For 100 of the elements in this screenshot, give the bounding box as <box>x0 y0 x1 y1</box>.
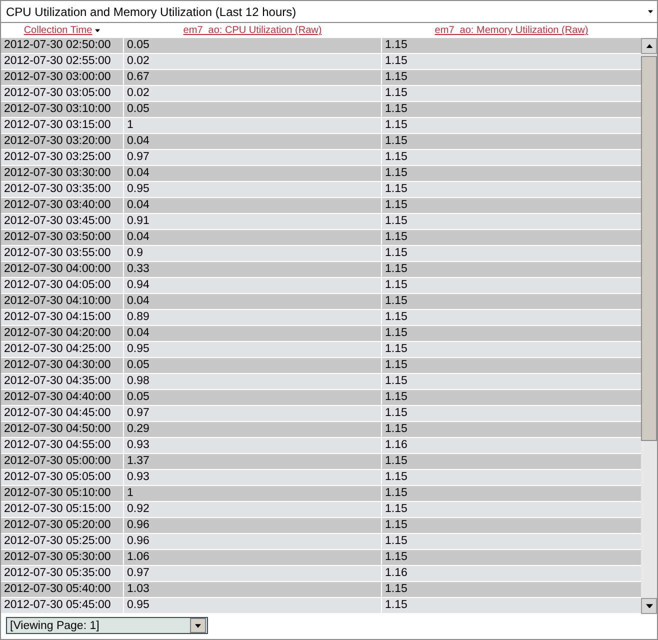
scroll-up-button[interactable] <box>641 38 657 54</box>
table-cell: 2012-07-30 03:15:00 <box>1 118 123 133</box>
table-cell: 2012-07-30 03:35:00 <box>1 182 123 197</box>
table-cell: 1.15 <box>382 454 641 469</box>
table-cell: 2012-07-30 03:45:00 <box>1 214 123 229</box>
table-cell: 2012-07-30 02:50:00 <box>1 38 123 53</box>
table-cell: 1.15 <box>382 198 641 213</box>
table-cell: 1.15 <box>382 390 641 405</box>
table-cell: 2012-07-30 04:15:00 <box>1 310 123 325</box>
column-header-link[interactable]: Collection Time <box>24 25 92 36</box>
table-cell: 1 <box>124 118 381 133</box>
table-cell: 1.15 <box>382 150 641 165</box>
table-cell: 1.15 <box>382 54 641 69</box>
table-cell: 1.15 <box>382 598 641 613</box>
table-cell: 1.15 <box>382 118 641 133</box>
table-cell: 0.95 <box>124 182 381 197</box>
table-cell: 1.15 <box>382 406 641 421</box>
table-cell: 0.04 <box>124 294 381 309</box>
table-cell: 0.05 <box>124 358 381 373</box>
caret-icon <box>648 10 653 14</box>
table-cell: 2012-07-30 05:05:00 <box>1 470 123 485</box>
scrollbar[interactable] <box>641 38 657 614</box>
table-cell: 1.16 <box>382 566 641 581</box>
table-cell: 2012-07-30 04:20:00 <box>1 326 123 341</box>
table-cell: 1.15 <box>382 342 641 357</box>
table-cell: 0.05 <box>124 390 381 405</box>
scroll-thumb[interactable] <box>641 56 657 441</box>
table-cell: 2012-07-30 05:35:00 <box>1 566 123 581</box>
table-cell: 0.92 <box>124 502 381 517</box>
column-header-link[interactable]: em7_ao: CPU Utilization (Raw) <box>183 25 322 36</box>
table-cell: 1.15 <box>382 38 641 53</box>
caret-icon <box>195 624 201 628</box>
table-cell: 1.15 <box>382 486 641 501</box>
table-cell: 2012-07-30 05:15:00 <box>1 502 123 517</box>
table-cell: 2012-07-30 05:25:00 <box>1 534 123 549</box>
table-cell: 0.9 <box>124 246 381 261</box>
table-cell: 1.15 <box>382 422 641 437</box>
table-cell: 2012-07-30 04:40:00 <box>1 390 123 405</box>
table-cell: 0.97 <box>124 406 381 421</box>
table-cell: 2012-07-30 03:50:00 <box>1 230 123 245</box>
table-cell: 2012-07-30 03:00:00 <box>1 70 123 85</box>
table-cell: 2012-07-30 05:30:00 <box>1 550 123 565</box>
table-cell: 0.93 <box>124 470 381 485</box>
table-cell: 1.15 <box>382 310 641 325</box>
scroll-down-button[interactable] <box>641 598 657 614</box>
table-cell: 1.15 <box>382 358 641 373</box>
table-cell: 2012-07-30 04:45:00 <box>1 406 123 421</box>
table-cell: 1.15 <box>382 166 641 181</box>
table-cell: 2012-07-30 03:40:00 <box>1 198 123 213</box>
table-cell: 1 <box>124 486 381 501</box>
table-cell: 1.15 <box>382 278 641 293</box>
table-cell: 1.03 <box>124 582 381 597</box>
column-header-link[interactable]: em7_ao: Memory Utilization (Raw) <box>434 25 588 36</box>
table-cell: 0.97 <box>124 150 381 165</box>
table-cell: 0.02 <box>124 86 381 101</box>
down-arrow-icon <box>646 604 652 608</box>
table-cell: 0.02 <box>124 54 381 69</box>
table-cell: 2012-07-30 03:05:00 <box>1 86 123 101</box>
sort-caret-icon <box>95 28 100 32</box>
table-cell: 2012-07-30 04:55:00 <box>1 438 123 453</box>
table-cell: 2012-07-30 03:55:00 <box>1 246 123 261</box>
table-cell: 0.33 <box>124 262 381 277</box>
table-cell: 1.15 <box>382 582 641 597</box>
table-cell: 1.15 <box>382 534 641 549</box>
table-cell: 1.15 <box>382 134 641 149</box>
table-cell: 1.16 <box>382 438 641 453</box>
table-cell: 0.67 <box>124 70 381 85</box>
table-cell: 2012-07-30 04:05:00 <box>1 278 123 293</box>
table-cell: 1.15 <box>382 470 641 485</box>
table-cell: 0.05 <box>124 38 381 53</box>
table-cell: 1.15 <box>382 518 641 533</box>
table-cell: 1.15 <box>382 230 641 245</box>
table-cell: 0.04 <box>124 134 381 149</box>
table-cell: 0.05 <box>124 102 381 117</box>
table-cell: 0.04 <box>124 198 381 213</box>
table-cell: 0.04 <box>124 230 381 245</box>
table-cell: 1.15 <box>382 294 641 309</box>
table-cell: 1.15 <box>382 374 641 389</box>
table-cell: 0.29 <box>124 422 381 437</box>
table-cell: 0.96 <box>124 534 381 549</box>
table-cell: 1.15 <box>382 262 641 277</box>
table-cell: 2012-07-30 03:25:00 <box>1 150 123 165</box>
table-cell: 0.95 <box>124 342 381 357</box>
table-cell: 0.91 <box>124 214 381 229</box>
table-cell: 1.15 <box>382 550 641 565</box>
table-cell: 0.89 <box>124 310 381 325</box>
table-cell: 0.96 <box>124 518 381 533</box>
table-cell: 1.15 <box>382 246 641 261</box>
table-cell: 1.15 <box>382 214 641 229</box>
page-select[interactable]: [Viewing Page: 1] <box>6 617 208 634</box>
table-cell: 0.04 <box>124 166 381 181</box>
table-cell: 1.15 <box>382 326 641 341</box>
table-cell: 2012-07-30 02:55:00 <box>1 54 123 69</box>
table-cell: 0.98 <box>124 374 381 389</box>
up-arrow-icon <box>646 44 652 48</box>
table-cell: 2012-07-30 05:40:00 <box>1 582 123 597</box>
table-cell: 2012-07-30 05:10:00 <box>1 486 123 501</box>
table-cell: 2012-07-30 05:45:00 <box>1 598 123 613</box>
table-cell: 1.15 <box>382 70 641 85</box>
table-cell: 1.37 <box>124 454 381 469</box>
